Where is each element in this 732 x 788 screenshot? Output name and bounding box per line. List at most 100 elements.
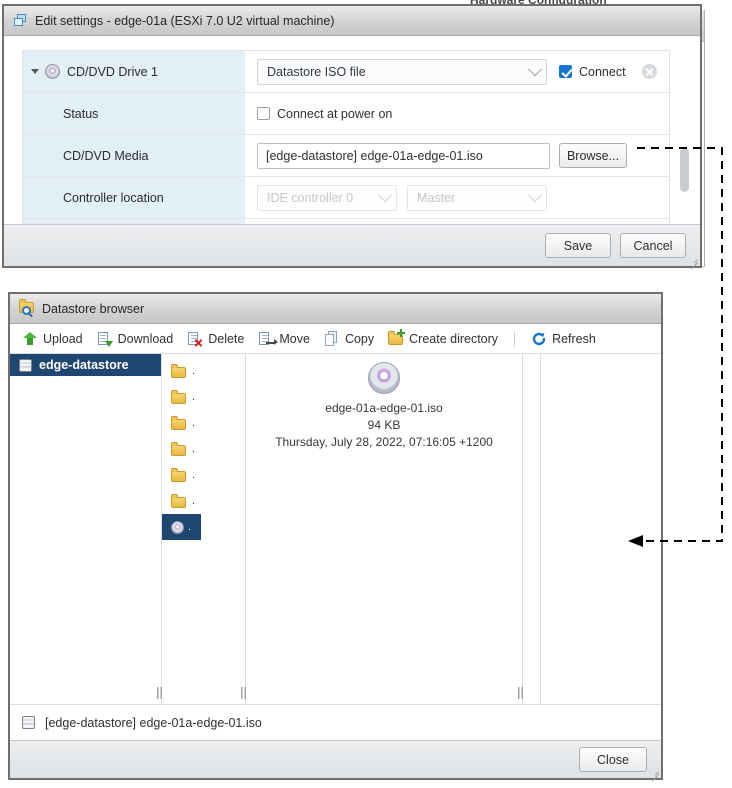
datastore-browser-resize-grip[interactable] — [649, 766, 659, 782]
remove-device-icon[interactable] — [641, 64, 657, 79]
copy-label: Copy — [344, 331, 375, 346]
controller-location-value-cell: IDE controller 0 Master — [245, 177, 669, 218]
file-detail-size: 94 KB — [367, 418, 401, 432]
chevron-down-icon — [377, 187, 393, 202]
edit-settings-resize-grip[interactable] — [688, 254, 698, 270]
datastore-icon — [22, 716, 35, 729]
controller-value: IDE controller 0 — [267, 190, 354, 205]
cddvd-media-value-cell: [edge-datastore] edge-01a-edge-01.iso Br… — [245, 135, 669, 176]
list-item[interactable]: . — [162, 358, 245, 384]
status-label: Status — [63, 106, 99, 121]
list-item[interactable]: . — [162, 410, 245, 436]
datastore-browser-toolbar: Upload Download Delete Move Copy Create … — [10, 324, 661, 354]
file-name: . — [192, 391, 196, 403]
device-type-select[interactable]: Datastore ISO file — [257, 58, 547, 85]
folder-icon — [171, 468, 186, 482]
device-settings-form: CD/DVD Drive 1 Datastore ISO file Connec… — [22, 50, 670, 224]
copy-button[interactable]: Copy — [324, 330, 375, 347]
controller-position-select: Master — [407, 184, 547, 211]
cddvd-media-input[interactable]: [edge-datastore] edge-01a-edge-01.iso — [257, 142, 550, 169]
cancel-button[interactable]: Cancel — [620, 233, 686, 258]
selected-file-path: [edge-datastore] edge-01a-edge-01.iso — [45, 715, 262, 730]
datastore-browser-content: edge-datastore . . . . . . . edge-01a-ed… — [10, 354, 661, 704]
close-button[interactable]: Close — [579, 747, 647, 772]
connect-checkbox[interactable] — [559, 65, 572, 78]
device-type-value: Datastore ISO file — [267, 64, 366, 79]
iso-disc-icon — [246, 362, 522, 394]
move-button[interactable]: Move — [258, 331, 310, 347]
controller-position-value: Master — [417, 190, 456, 205]
copy-icon — [324, 330, 340, 347]
datastore-browser-status-bar: [edge-datastore] edge-01a-edge-01.iso — [10, 704, 661, 740]
folder-icon — [171, 364, 186, 378]
refresh-button[interactable]: Refresh — [531, 331, 596, 347]
new-folder-icon — [388, 328, 406, 347]
folder-search-icon — [19, 298, 35, 317]
cddvd-media-label: CD/DVD Media — [63, 148, 149, 163]
row-cddvd-drive: CD/DVD Drive 1 Datastore ISO file Connec… — [23, 51, 669, 93]
file-detail-name: edge-01a-edge-01.iso — [325, 401, 443, 415]
create-directory-label: Create directory — [409, 331, 499, 346]
datastore-browser-footer: Close — [10, 740, 661, 778]
cd-dvd-icon — [45, 64, 60, 79]
datastore-icon — [19, 358, 32, 372]
list-item[interactable]: . — [162, 488, 245, 514]
save-button-label: Save — [563, 238, 593, 253]
connect-at-power-on-checkbox[interactable] — [257, 107, 270, 120]
cddvd-drive-value-cell: Datastore ISO file Connect — [245, 51, 669, 92]
list-item[interactable]: . — [162, 384, 245, 410]
datastore-browser-window: Datastore browser Upload Download Delete — [8, 292, 663, 782]
move-icon — [258, 331, 279, 347]
chevron-down-icon — [527, 187, 543, 202]
cddvd-media-value: [edge-datastore] edge-01a-edge-01.iso — [266, 148, 483, 163]
delete-icon — [187, 331, 203, 347]
browse-button-label: Browse... — [566, 148, 620, 163]
delete-button[interactable]: Delete — [187, 331, 244, 347]
tree-item-label: edge-datastore — [39, 358, 129, 372]
row-cddvd-media: CD/DVD Media [edge-datastore] edge-01a-e… — [23, 135, 669, 177]
file-name: . — [192, 469, 196, 481]
edit-settings-scrollbar[interactable] — [680, 148, 689, 192]
row-controller-location: Controller location IDE controller 0 Mas… — [23, 177, 669, 219]
list-item-selected[interactable]: . — [162, 514, 201, 540]
chevron-down-icon[interactable] — [31, 69, 39, 74]
controller-select: IDE controller 0 — [257, 184, 397, 211]
file-detail-column: edge-01a-edge-01.iso 94 KB Thursday, Jul… — [246, 354, 527, 704]
cddvd-media-label-cell: CD/DVD Media — [23, 135, 245, 176]
cddvd-drive-label: CD/DVD Drive 1 — [67, 64, 158, 79]
chevron-down-icon — [527, 61, 543, 76]
refresh-icon — [531, 331, 547, 347]
browse-button[interactable]: Browse... — [559, 143, 627, 168]
file-name: . — [192, 443, 196, 455]
controller-location-label-cell: Controller location — [23, 177, 245, 218]
edit-settings-title: Edit settings - edge-01a (ESXi 7.0 U2 vi… — [35, 13, 335, 28]
file-name: . — [192, 365, 196, 377]
list-item[interactable]: . — [162, 436, 245, 462]
edit-settings-titlebar[interactable]: Edit settings - edge-01a (ESXi 7.0 U2 vi… — [4, 6, 700, 36]
upload-button[interactable]: Upload — [22, 331, 83, 347]
edit-settings-body: CD/DVD Drive 1 Datastore ISO file Connec… — [4, 36, 700, 224]
download-label: Download — [117, 331, 174, 346]
folder-icon — [171, 442, 186, 456]
create-directory-button[interactable]: Create directory — [388, 328, 499, 347]
datastore-browser-titlebar[interactable]: Datastore browser — [10, 294, 661, 324]
edit-settings-footer: Save Cancel — [4, 224, 700, 266]
folder-icon — [171, 494, 186, 508]
datastore-tree-panel: edge-datastore — [10, 354, 166, 704]
folder-icon — [171, 390, 186, 404]
save-button[interactable]: Save — [545, 233, 611, 258]
connect-at-power-on-label: Connect at power on — [277, 106, 393, 121]
file-name: . — [192, 417, 196, 429]
controller-location-label: Controller location — [63, 190, 164, 205]
cancel-button-label: Cancel — [633, 238, 673, 253]
datastore-browser-title: Datastore browser — [42, 301, 145, 316]
upload-label: Upload — [43, 331, 83, 346]
move-label: Move — [279, 331, 310, 346]
list-item[interactable]: . — [162, 462, 245, 488]
download-button[interactable]: Download — [97, 331, 174, 347]
cddvd-drive-label-cell: CD/DVD Drive 1 — [23, 51, 245, 92]
iso-icon — [171, 520, 184, 534]
toolbar-divider — [514, 330, 516, 347]
file-name: . — [188, 521, 192, 533]
tree-item-edge-datastore[interactable]: edge-datastore — [10, 354, 161, 376]
